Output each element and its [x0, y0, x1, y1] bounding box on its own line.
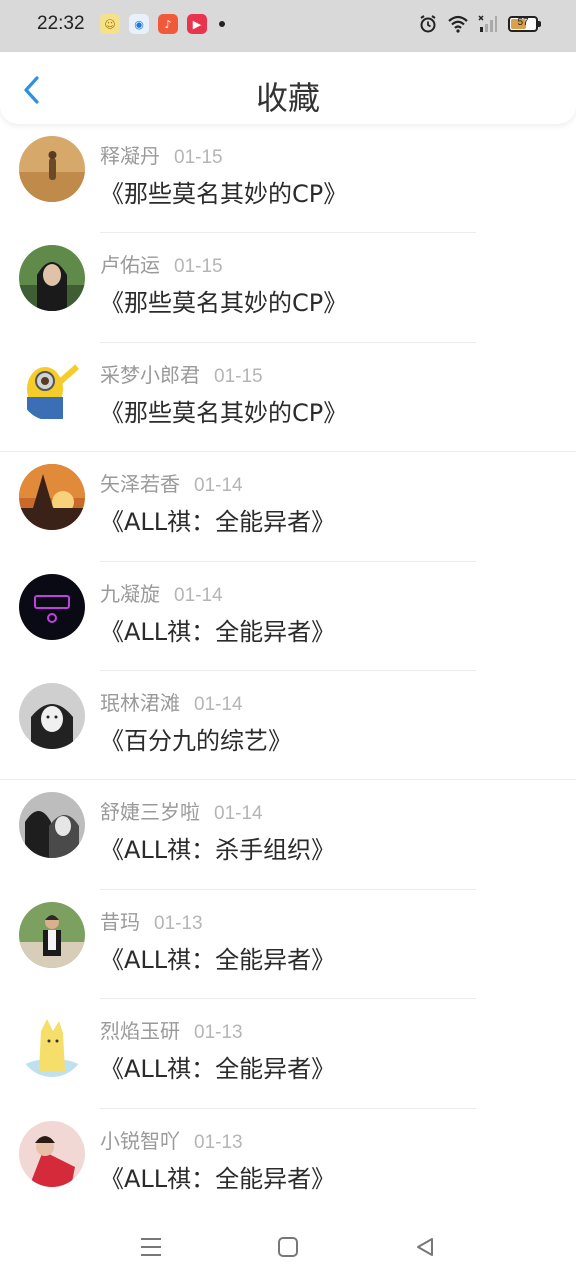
book-title[interactable]: 《ALL祺：全能异者》 — [100, 940, 335, 975]
book-title[interactable]: 《ALL祺：杀手组织》 — [100, 830, 335, 865]
status-time: 22:32 — [37, 13, 85, 34]
list-item[interactable]: 珉林涒滩 01-14 《百分九的综艺》 — [0, 671, 576, 781]
more-notifications-dot-icon — [219, 21, 225, 27]
list-item[interactable]: 采梦小郎君 01-15 《那些莫名其妙的CP》 — [0, 343, 576, 453]
book-title[interactable]: 《ALL祺：全能异者》 — [100, 1159, 335, 1194]
list-item[interactable]: 释凝丹 01-15 《那些莫名其妙的CP》 — [0, 124, 576, 234]
book-title[interactable]: 《百分九的综艺》 — [100, 721, 292, 756]
alarm-icon — [420, 15, 436, 33]
date: 01-14 — [194, 475, 243, 497]
avatar[interactable] — [19, 1120, 85, 1187]
avatar[interactable] — [19, 464, 85, 531]
avatar[interactable] — [19, 136, 85, 202]
date: 01-14 — [194, 693, 243, 715]
home-button[interactable] — [273, 1232, 303, 1262]
book-title[interactable]: 《那些莫名其妙的CP》 — [100, 174, 347, 209]
system-nav-bar — [0, 1212, 576, 1280]
date: 01-15 — [174, 256, 223, 278]
avatar[interactable] — [19, 354, 85, 421]
list-item[interactable]: 昔玛 01-13 《ALL祺：全能异者》 — [0, 890, 576, 1000]
date: 01-13 — [194, 1022, 243, 1044]
battery-percent: 57 — [517, 17, 529, 28]
date: 01-14 — [174, 584, 223, 606]
username: 九凝旋 — [100, 581, 160, 606]
book-title[interactable]: 《ALL祺：全能异者》 — [100, 612, 335, 647]
home-square-icon — [278, 1237, 298, 1257]
book-title[interactable]: 《ALL祺：全能异者》 — [100, 1049, 335, 1084]
signal-icon — [478, 15, 497, 32]
back-triangle-icon — [417, 1238, 433, 1256]
username: 烈焰玉研 — [100, 1019, 180, 1044]
list-item[interactable]: 卢佑运 01-15 《那些莫名其妙的CP》 — [0, 233, 576, 343]
date: 01-15 — [214, 365, 263, 387]
avatar[interactable] — [19, 1011, 85, 1078]
avatar[interactable] — [19, 901, 85, 968]
date: 01-15 — [174, 147, 223, 168]
app-header: 收藏 — [0, 52, 576, 124]
system-icons: 57 — [418, 14, 541, 34]
username: 采梦小郎君 — [100, 362, 200, 387]
username: 矢泽若香 — [100, 472, 180, 497]
book-title[interactable]: 《那些莫名其妙的CP》 — [100, 283, 347, 318]
list-item[interactable]: 舒婕三岁啦 01-14 《ALL祺：杀手组织》 — [0, 780, 576, 890]
menu-icon — [141, 1238, 161, 1256]
username: 昔玛 — [100, 909, 140, 934]
list-item[interactable]: 九凝旋 01-14 《ALL祺：全能异者》 — [0, 562, 576, 671]
menu-button[interactable] — [136, 1232, 166, 1262]
music-app-icon: ♪ — [158, 14, 178, 34]
weather-app-icon: ☺ — [100, 14, 120, 34]
username: 珉林涒滩 — [100, 690, 180, 715]
username: 释凝丹 — [100, 144, 160, 168]
notification-icons: ☺ ◉ ♪ ▶ — [100, 14, 225, 34]
battery-icon: 57 — [508, 16, 541, 32]
avatar[interactable] — [19, 792, 85, 859]
username: 卢佑运 — [100, 253, 160, 278]
page-title: 收藏 — [255, 79, 320, 117]
avatar[interactable] — [19, 573, 85, 640]
username: 小锐智吖 — [100, 1128, 180, 1153]
username: 舒婕三岁啦 — [100, 800, 200, 825]
list-item[interactable]: 矢泽若香 01-14 《ALL祺：全能异者》 — [0, 452, 576, 562]
book-title[interactable]: 《ALL祺：全能异者》 — [100, 502, 335, 537]
avatar[interactable] — [19, 245, 85, 312]
date: 01-14 — [214, 803, 263, 825]
back-nav-button[interactable] — [410, 1232, 440, 1262]
book-title[interactable]: 《那些莫名其妙的CP》 — [100, 393, 347, 428]
date: 01-13 — [194, 1131, 243, 1153]
list-item[interactable]: 烈焰玉研 01-13 《ALL祺：全能异者》 — [0, 999, 576, 1109]
status-bar: 22:32 ☺ ◉ ♪ ▶ 57 — [0, 0, 576, 52]
date: 01-13 — [154, 912, 203, 934]
video-app-icon: ▶ — [187, 14, 207, 34]
wifi-icon — [448, 15, 468, 33]
favorites-list: 释凝丹 01-15 《那些莫名其妙的CP》 卢佑运 01-15 《那些莫名其妙的CP… — [0, 124, 576, 1218]
avatar[interactable] — [19, 682, 85, 749]
list-item[interactable]: 小锐智吖 01-13 《ALL祺：全能异者》 — [0, 1109, 576, 1218]
browser-app-icon: ◉ — [129, 14, 149, 34]
